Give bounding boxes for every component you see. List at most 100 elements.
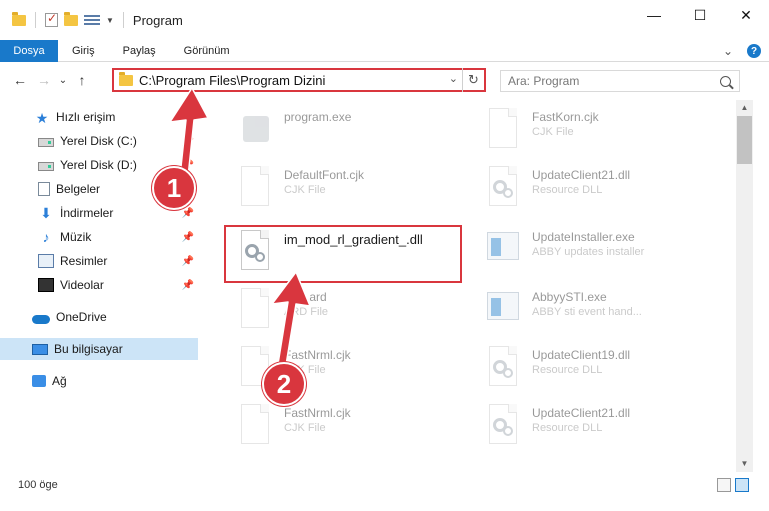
file-item-fastnrml-2[interactable]: FastNrml.cjk CJK File bbox=[210, 398, 450, 450]
sidebar-item-network[interactable]: Ağ bbox=[0, 370, 200, 392]
documents-icon bbox=[38, 182, 50, 196]
file-item-updateclient21-b[interactable]: UpdateClient21.dll Resource DLL bbox=[458, 398, 698, 450]
file-item-fastnrml-1[interactable]: FastNrml.cjk CJK File bbox=[210, 340, 450, 392]
sidebar-item-label: Belgeler bbox=[56, 182, 101, 196]
maximize-button[interactable]: ☐ bbox=[677, 0, 723, 30]
sidebar-item-label: Resimler bbox=[60, 254, 108, 268]
tab-share[interactable]: Paylaş bbox=[109, 40, 170, 62]
file-name: UpdateInstaller.exe bbox=[532, 230, 635, 244]
step-badge-2: 2 bbox=[262, 362, 306, 406]
file-type: CJK File bbox=[532, 126, 574, 138]
sidebar-item-label: İndirmeler bbox=[60, 206, 114, 220]
file-name: program.exe bbox=[284, 110, 352, 124]
sidebar-item-this-pc[interactable]: Bu bilgisayar bbox=[0, 338, 198, 360]
title-bar: ▼ Program — ☐ ✕ bbox=[0, 0, 769, 40]
network-icon bbox=[32, 375, 46, 387]
address-path[interactable]: C:\Program Files\Program Dizini bbox=[139, 73, 325, 88]
file-list: program.exe DefaultFont.cjk CJK File im_… bbox=[200, 100, 736, 472]
file-name: DefaultFont.cjk bbox=[284, 168, 365, 182]
sidebar-item-pictures[interactable]: Resimler 📌 bbox=[0, 250, 200, 272]
videos-icon bbox=[38, 278, 54, 292]
pin-icon[interactable]: 📌 bbox=[182, 136, 194, 147]
step-badge-1: 1 bbox=[152, 166, 196, 210]
scroll-thumb[interactable] bbox=[737, 116, 752, 164]
file-item-defaultfont[interactable]: DefaultFont.cjk CJK File bbox=[210, 160, 450, 212]
scroll-up-arrow[interactable]: ▲ bbox=[736, 100, 753, 116]
help-icon[interactable]: ? bbox=[747, 44, 761, 58]
file-type: CJK File bbox=[284, 184, 326, 196]
file-item-updateclient21-a[interactable]: UpdateClient21.dll Resource DLL bbox=[458, 160, 698, 212]
target-file-highlight bbox=[224, 225, 462, 283]
ribbon-expand-icon[interactable]: ⌄ bbox=[723, 44, 733, 58]
chevron-down-icon[interactable]: ▼ bbox=[106, 16, 114, 25]
customize-icon[interactable] bbox=[84, 13, 100, 27]
file-type: ARD File bbox=[284, 306, 329, 318]
refresh-button[interactable]: ↻ bbox=[462, 68, 484, 92]
tab-home[interactable]: Giriş bbox=[58, 40, 109, 62]
recent-locations-button[interactable]: ⌄ bbox=[56, 75, 70, 86]
ribbon-tabs: Dosya Giriş Paylaş Görünüm ⌄ ? bbox=[0, 39, 769, 62]
up-button[interactable]: ↑ bbox=[70, 72, 94, 88]
sidebar-item-label: Bu bilgisayar bbox=[54, 342, 123, 356]
close-button[interactable]: ✕ bbox=[723, 0, 769, 30]
vertical-scrollbar[interactable]: ▲ ▼ bbox=[736, 100, 753, 472]
sidebar-item-label: Videolar bbox=[60, 278, 104, 292]
sidebar-item-quick-access[interactable]: ★ Hızlı erişim bbox=[0, 106, 200, 128]
file-name: FastNrml.cjk bbox=[284, 348, 351, 362]
file-item-abbyysti[interactable]: AbbyySTI.exe ABBY sti event hand... bbox=[458, 282, 698, 334]
forward-button[interactable]: → bbox=[32, 72, 56, 88]
quick-access-toolbar: ▼ bbox=[0, 0, 127, 40]
back-button[interactable]: ← bbox=[8, 72, 32, 88]
sidebar-item-label: Yerel Disk (C:) bbox=[60, 134, 137, 148]
scroll-down-arrow[interactable]: ▼ bbox=[736, 456, 753, 472]
pin-icon[interactable]: 📌 bbox=[182, 280, 194, 291]
file-name: FastKorn.cjk bbox=[532, 110, 599, 124]
sidebar-item-onedrive[interactable]: OneDrive bbox=[0, 306, 200, 328]
file-name: AbbyySTI.exe bbox=[532, 290, 607, 304]
file-item-updateinstaller[interactable]: UpdateInstaller.exe ABBY updates install… bbox=[458, 222, 698, 274]
file-type: ABBY updates installer bbox=[532, 246, 645, 258]
sidebar-item-local-disk-c[interactable]: Yerel Disk (C:) 📌 bbox=[0, 130, 200, 152]
file-name: UpdateClient19.dll bbox=[532, 348, 631, 362]
file-type: ABBY sti event hand... bbox=[532, 306, 642, 318]
dll-gear-icon bbox=[485, 166, 519, 206]
new-folder-icon[interactable] bbox=[64, 11, 78, 26]
document-icon bbox=[237, 288, 271, 328]
sidebar-item-music[interactable]: ♪ Müzik 📌 bbox=[0, 226, 200, 248]
search-input[interactable]: Ara: Program bbox=[500, 70, 740, 92]
sidebar-item-label: OneDrive bbox=[56, 310, 107, 324]
tiles-view-icon[interactable] bbox=[735, 478, 749, 492]
pin-icon[interactable]: 📌 bbox=[182, 256, 194, 267]
exe-icon bbox=[485, 228, 519, 268]
file-type: Resource DLL bbox=[532, 184, 603, 196]
pin-icon[interactable]: 📌 bbox=[182, 208, 194, 219]
file-name: fdsc.ard bbox=[284, 290, 327, 304]
file-name: FastNrml.cjk bbox=[284, 406, 351, 420]
music-icon: ♪ bbox=[42, 229, 50, 245]
minimize-button[interactable]: — bbox=[631, 0, 677, 30]
address-bar[interactable]: C:\Program Files\Program Dizini ⌄ ↻ bbox=[112, 68, 486, 92]
disk-icon bbox=[38, 162, 54, 171]
properties-check-icon[interactable] bbox=[45, 11, 58, 27]
details-view-icon[interactable] bbox=[717, 478, 731, 492]
star-icon: ★ bbox=[35, 110, 49, 126]
sidebar-item-label: Yerel Disk (D:) bbox=[60, 158, 137, 172]
file-item-updateclient19[interactable]: UpdateClient19.dll Resource DLL bbox=[458, 340, 698, 392]
computer-icon bbox=[32, 343, 48, 355]
item-count: 100 öge bbox=[18, 479, 58, 491]
sidebar-item-videos[interactable]: Videolar 📌 bbox=[0, 274, 200, 296]
navigation-bar: ← → ⌄ ↑ C:\Program Files\Program Dizini … bbox=[0, 62, 769, 98]
dll-gear-icon bbox=[485, 346, 519, 386]
file-name: UpdateClient21.dll bbox=[532, 168, 631, 182]
file-item-program-exe[interactable]: program.exe bbox=[210, 102, 450, 154]
pin-icon[interactable]: 📌 bbox=[182, 232, 194, 243]
sidebar-item-label: Müzik bbox=[60, 230, 92, 244]
search-icon[interactable] bbox=[720, 75, 731, 87]
file-item-fdsc-ard[interactable]: fdsc.ard ARD File bbox=[210, 282, 450, 334]
folder-icon bbox=[119, 71, 133, 86]
sidebar-item-label: Hızlı erişim bbox=[56, 110, 116, 124]
tab-view[interactable]: Görünüm bbox=[170, 40, 244, 62]
file-item-fastkorn[interactable]: FastKorn.cjk CJK File bbox=[458, 102, 698, 154]
tab-file[interactable]: Dosya bbox=[0, 39, 58, 62]
address-dropdown-icon[interactable]: ⌄ bbox=[449, 72, 458, 85]
